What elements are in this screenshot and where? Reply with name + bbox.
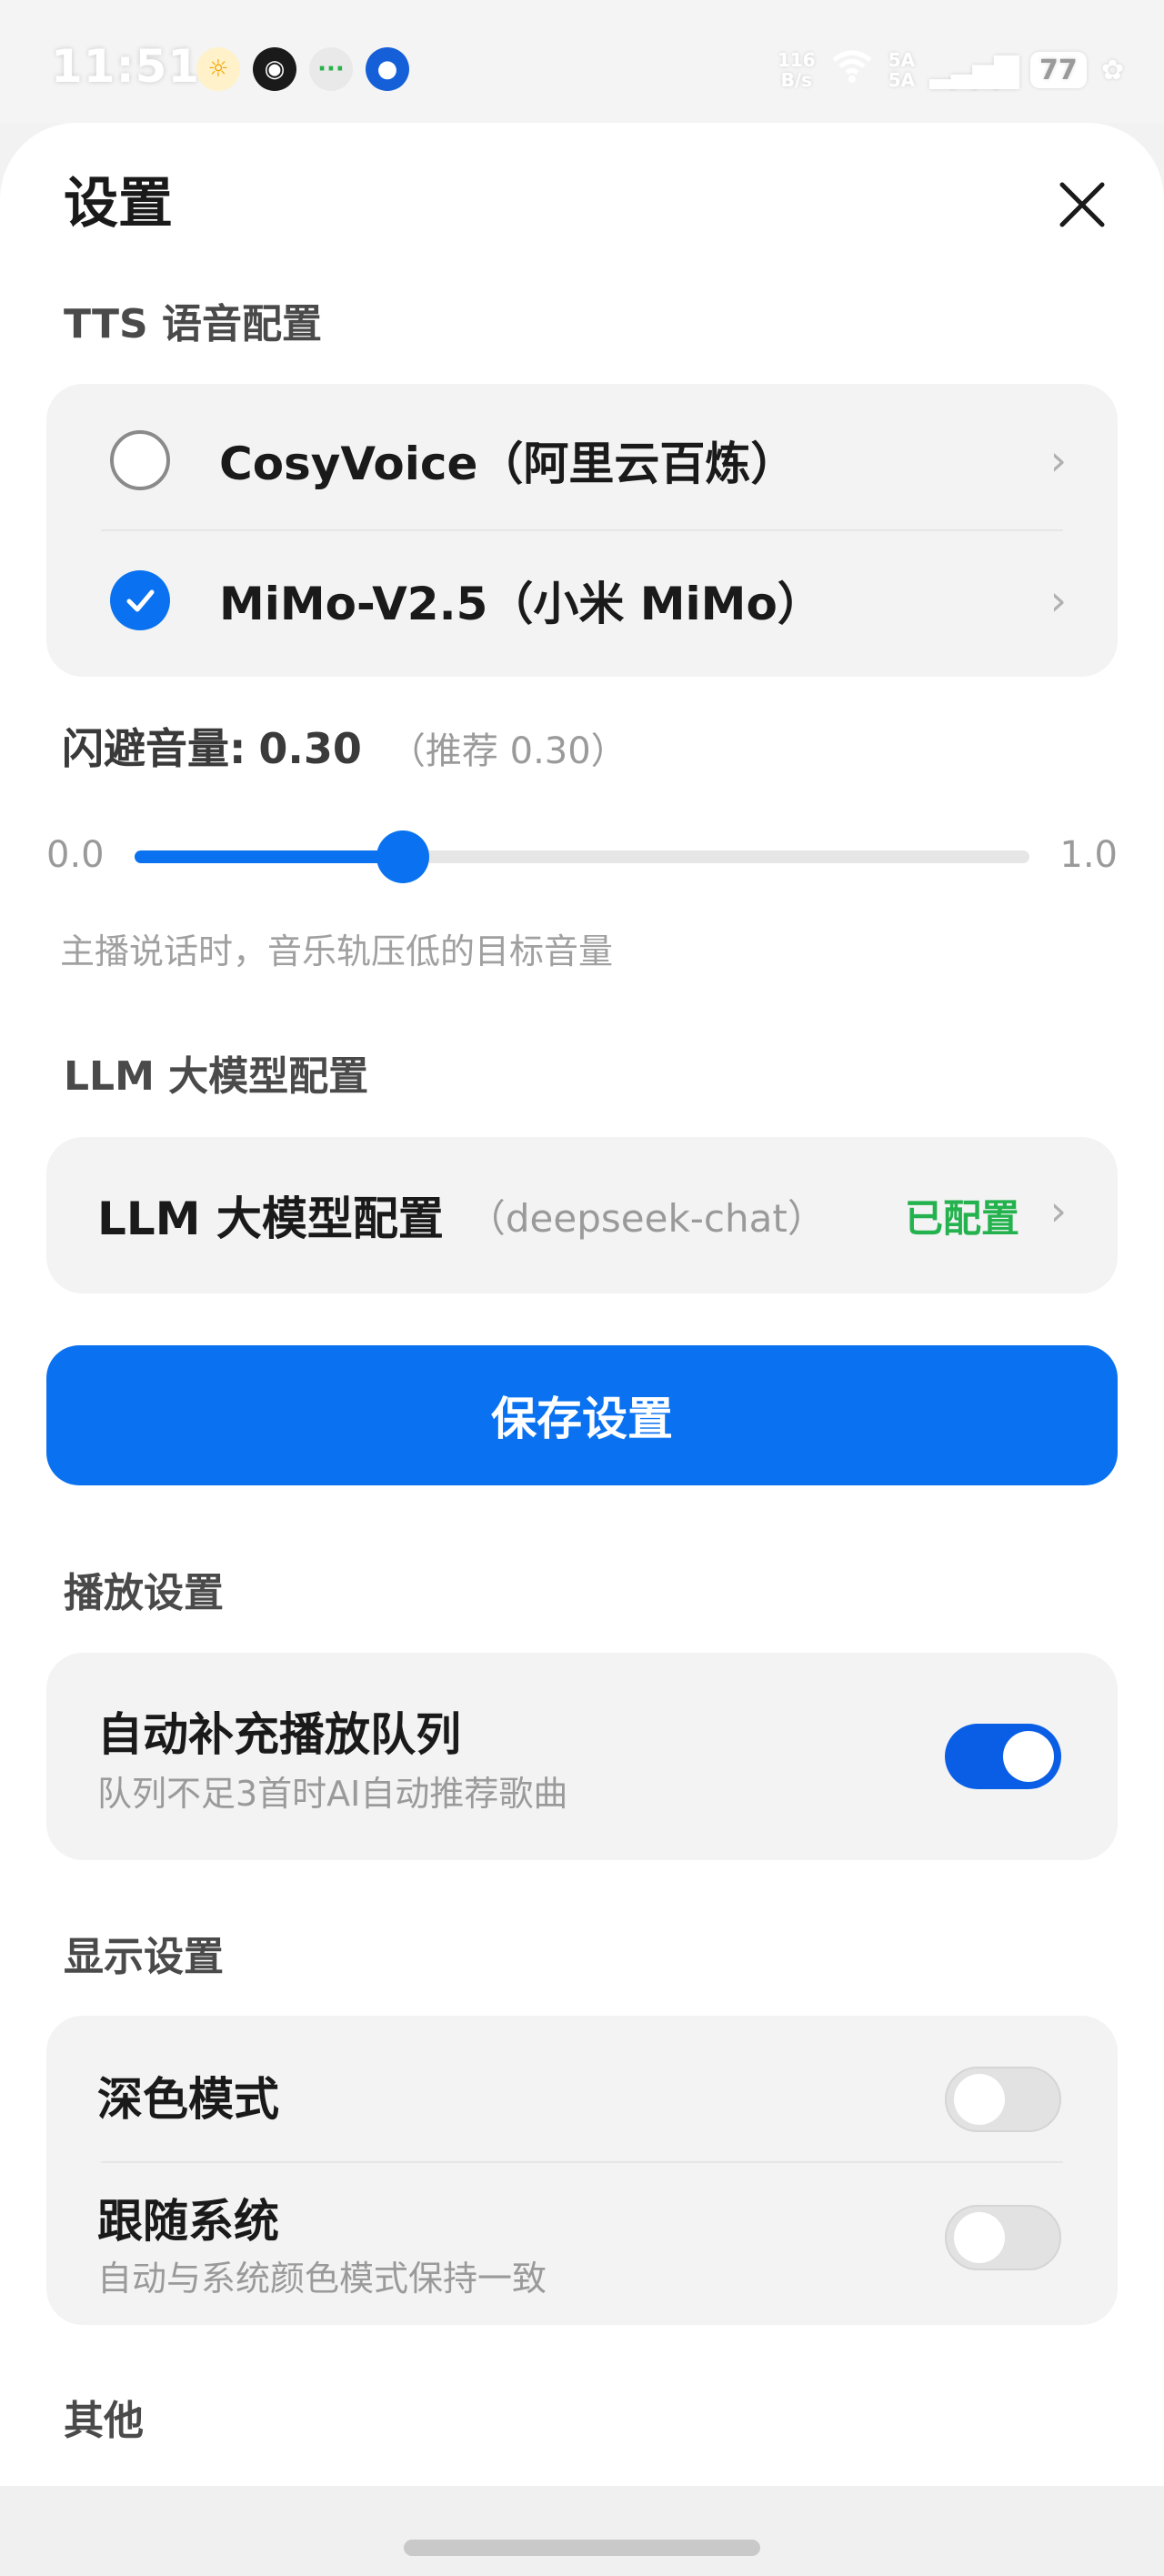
- slider-thumb[interactable]: [376, 830, 430, 883]
- page-title: 设置: [64, 172, 173, 236]
- tts-section-title: TTS 语音配置: [64, 301, 323, 347]
- radio-checked-icon[interactable]: [110, 570, 170, 630]
- display-card: 深色模式 跟随系统 自动与系统颜色模式保持一致: [46, 2016, 1118, 2325]
- weather-icon: ☼: [196, 47, 240, 91]
- auto-queue-row: 自动补充播放队列 队列不足3首时AI自动推荐歌曲: [46, 1653, 1118, 1860]
- llm-config-row[interactable]: LLM 大模型配置 （deepseek-chat） 已配置 ›: [46, 1137, 1118, 1293]
- signal-icon: ▂▃▅▇: [929, 51, 1019, 89]
- auto-queue-toggle[interactable]: [945, 1724, 1061, 1789]
- qq-icon: ◉: [253, 47, 296, 91]
- ducking-row: 闪避音量: 0.30 （推荐 0.30）: [62, 716, 627, 776]
- toggle-knob: [954, 2212, 1005, 2263]
- ducking-slider[interactable]: [135, 830, 1029, 883]
- leaf-icon: ✿: [1100, 54, 1124, 86]
- status-time: 11:51: [51, 40, 201, 93]
- net-speed: 116 B/s: [777, 49, 816, 91]
- radio-unchecked-icon[interactable]: [110, 430, 170, 490]
- llm-status-badge: 已配置: [904, 1195, 1019, 1241]
- dark-mode-toggle[interactable]: [945, 2067, 1061, 2132]
- tts-option-label: MiMo-V2.5（小米 MiMo）: [219, 578, 823, 630]
- tts-option-cosyvoice[interactable]: CosyVoice（阿里云百炼） ›: [46, 397, 1118, 524]
- toggle-knob: [1003, 1731, 1054, 1782]
- auto-queue-subtitle: 队列不足3首时AI自动推荐歌曲: [97, 1774, 568, 1814]
- llm-section-title: LLM 大模型配置: [64, 1053, 369, 1100]
- toggle-knob: [954, 2074, 1005, 2125]
- llm-row-main: LLM 大模型配置 （deepseek-chat）: [97, 1137, 826, 1293]
- dark-mode-title: 深色模式: [97, 2073, 279, 2126]
- system-indicators: 116 B/s 5A 5A ▂▃▅▇ 77 ✿: [778, 47, 1124, 93]
- playback-section-title: 播放设置: [64, 1570, 224, 1616]
- tts-option-mimo[interactable]: MiMo-V2.5（小米 MiMo） ›: [46, 537, 1118, 664]
- display-section-title: 显示设置: [64, 1934, 224, 1980]
- close-icon[interactable]: [1057, 179, 1108, 230]
- chevron-right-icon: ›: [1049, 1186, 1067, 1235]
- follow-system-subtitle: 自动与系统颜色模式保持一致: [97, 2259, 547, 2299]
- ducking-label: 闪避音量:: [62, 724, 246, 773]
- home-indicator[interactable]: [404, 2540, 760, 2556]
- follow-system-toggle[interactable]: [945, 2205, 1061, 2270]
- divider: [101, 529, 1063, 531]
- ducking-recommend: （推荐 0.30）: [388, 730, 627, 772]
- slider-max-label: 1.0: [1059, 834, 1118, 876]
- follow-system-title: 跟随系统: [97, 2195, 279, 2248]
- auto-queue-title: 自动补充播放队列: [97, 1708, 461, 1761]
- slider-min-label: 0.0: [46, 834, 105, 876]
- llm-row-title: LLM 大模型配置: [97, 1192, 444, 1245]
- ducking-hint: 主播说话时，音乐轨压低的目标音量: [60, 931, 614, 971]
- chevron-right-icon: ›: [1049, 576, 1067, 625]
- close-button[interactable]: [1040, 163, 1124, 247]
- navigation-bar: [0, 2486, 1164, 2576]
- chevron-right-icon: ›: [1049, 436, 1067, 485]
- signal-labels: 5A 5A: [888, 49, 916, 91]
- wifi-icon: [830, 47, 874, 93]
- slider-fill: [135, 850, 404, 863]
- ducking-value: 0.30: [258, 724, 362, 773]
- notification-icons: ☼ ◉ ··· ●: [196, 47, 409, 91]
- battery-icon: 77: [1029, 52, 1087, 88]
- status-bar: 11:51 ☼ ◉ ··· ● 116 B/s 5A 5A ▂▃▅▇ 77 ✿: [0, 0, 1164, 123]
- llm-model: （deepseek-chat）: [467, 1195, 826, 1241]
- message-icon: ···: [309, 47, 353, 91]
- settings-sheet: 设置 TTS 语音配置 CosyVoice（阿里云百炼） › MiMo-V2.5…: [0, 123, 1164, 2576]
- divider: [101, 2161, 1063, 2163]
- save-button[interactable]: 保存设置: [46, 1345, 1118, 1485]
- other-section-title: 其他: [64, 2398, 144, 2444]
- tts-card: CosyVoice（阿里云百炼） › MiMo-V2.5（小米 MiMo） ›: [46, 384, 1118, 677]
- bulb-icon: ●: [366, 47, 409, 91]
- tts-option-label: CosyVoice（阿里云百炼）: [219, 438, 797, 490]
